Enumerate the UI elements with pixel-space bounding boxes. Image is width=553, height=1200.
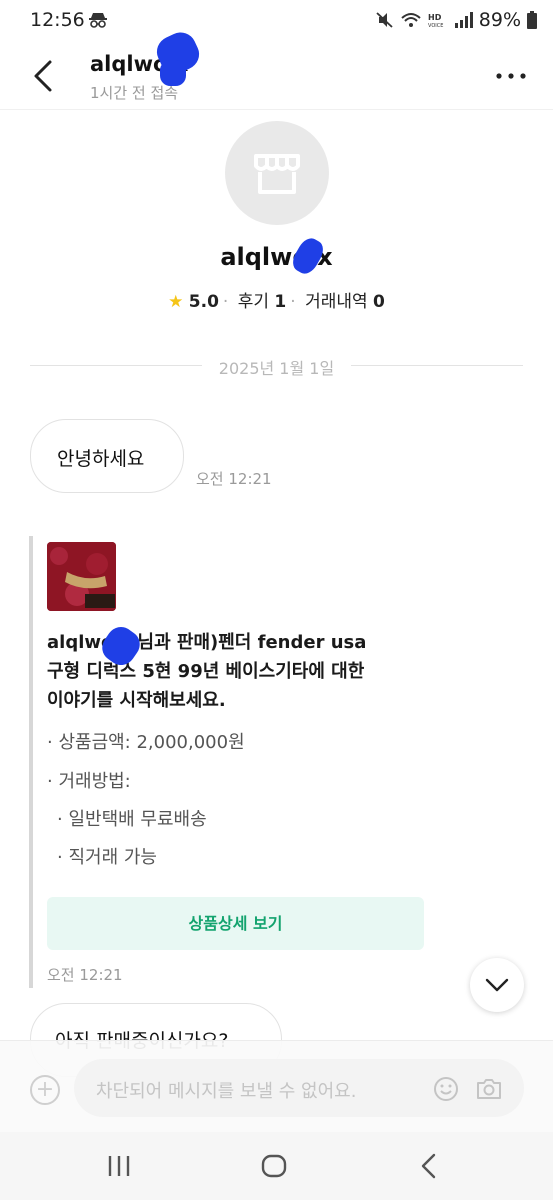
wifi-icon (401, 13, 421, 27)
back-icon[interactable] (26, 56, 62, 96)
chat-header: alqlwo x 1시간 전 접속 (0, 42, 553, 110)
card-title-line: alqlwo x 님과 판매)펜더 fender usa (47, 632, 367, 653)
home-icon[interactable] (259, 1152, 289, 1180)
reviews-label: 후기 (237, 292, 269, 312)
battery-percent: 89% (478, 9, 521, 31)
card-accent-bar (29, 536, 33, 988)
status-time: 12:56 (30, 9, 85, 31)
last-seen: 1시간 전 접속 (90, 84, 179, 102)
method-item: · 일반택배 무료배송 (57, 809, 207, 830)
system-nav-bar (0, 1132, 553, 1200)
mute-icon (376, 12, 393, 28)
redaction-mark (160, 60, 186, 86)
svg-text:VOICE: VOICE (428, 23, 443, 29)
product-card-title: alqlwo x 님과 판매)펜더 fender usa 구형 디럭스 5현 9… (47, 628, 407, 715)
avatar[interactable] (225, 121, 329, 225)
message-input[interactable]: 차단되어 메시지를 보낼 수 없어요. (74, 1059, 524, 1117)
star-icon: ★ (168, 292, 184, 312)
message-text: 안녕하세요 (57, 448, 145, 470)
reviews-count: 1 (274, 292, 287, 312)
incognito-icon (89, 13, 107, 28)
recent-apps-icon[interactable] (104, 1152, 134, 1180)
redaction-mark (288, 234, 328, 278)
storefront-icon (254, 154, 300, 194)
battery-icon (527, 11, 537, 29)
message-time: 오전 12:21 (196, 470, 272, 488)
profile-username: alqlwo x (220, 243, 333, 271)
product-thumbnail[interactable] (47, 542, 116, 611)
signal-icon (454, 12, 473, 28)
input-placeholder: 차단되어 메시지를 보낼 수 없어요. (96, 1081, 357, 1102)
message-bubble[interactable]: 안녕하세요 (30, 419, 184, 493)
trades-label: 거래내역 (305, 292, 368, 312)
scroll-down-button[interactable] (470, 958, 524, 1012)
plus-icon[interactable]: + (30, 1075, 60, 1105)
guitar-case-image (47, 542, 116, 611)
product-detail-button[interactable]: 상품상세 보기 (47, 897, 424, 950)
more-icon[interactable] (495, 66, 527, 86)
emoji-icon[interactable] (432, 1075, 460, 1103)
card-title-line: 구형 디럭스 5현 99년 베이스기타에 대한 (47, 661, 365, 682)
profile-stats: ★ 5.0 · 후기 1 · 거래내역 0 (168, 292, 385, 312)
method-item: · 직거래 가능 (57, 847, 157, 868)
date-divider: 2025년 1월 1일 (30, 354, 523, 378)
trades-count: 0 (373, 292, 385, 312)
svg-text:HD: HD (428, 13, 442, 22)
message-input-bar: + 차단되어 메시지를 보낼 수 없어요. (0, 1040, 553, 1132)
camera-icon[interactable] (475, 1075, 503, 1103)
method-label: · 거래방법: (47, 771, 131, 792)
message-time: 오전 12:21 (47, 966, 123, 984)
rating-value: 5.0 (188, 292, 219, 312)
nav-back-icon[interactable] (414, 1152, 444, 1180)
card-title-line: 이야기를 시작해보세요. (47, 690, 226, 711)
status-bar: 12:56 HD VOICE 89% (0, 0, 553, 42)
price-line: · 상품금액: 2,000,000원 (47, 732, 245, 753)
chevron-down-icon (485, 978, 509, 992)
chat-screen: 12:56 HD VOICE 89% alqlwo x 1시간 전 접속 alq… (0, 0, 553, 1200)
hd-voice-icon: HD VOICE (428, 13, 443, 29)
date-label: 2025년 1월 1일 (218, 359, 335, 378)
status-icons: HD VOICE 89% (375, 9, 537, 31)
